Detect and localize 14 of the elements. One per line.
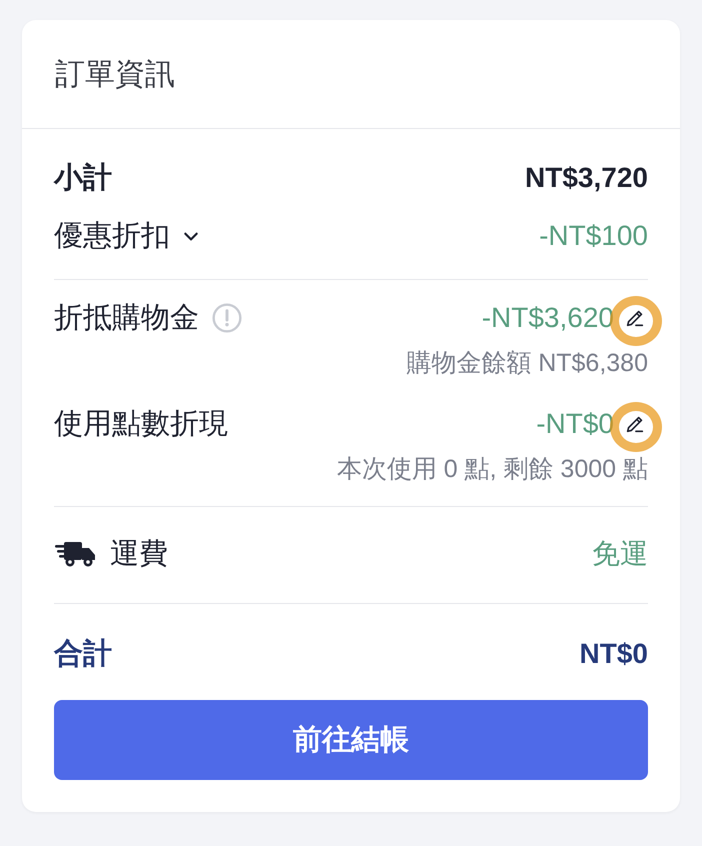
subtotal-label: 小計	[54, 161, 112, 196]
adjustment-note: 本次使用 0 點, 剩餘 3000 點	[336, 454, 648, 484]
checkout-button[interactable]: 前往結帳	[54, 700, 648, 780]
discount-amount: -NT$100	[539, 220, 648, 252]
adjustment-label: 折抵購物金	[54, 301, 199, 336]
total-amount: NT$0	[580, 638, 648, 670]
card-title: 訂單資訊	[55, 56, 175, 92]
subtotal-amount: NT$3,720	[525, 162, 648, 194]
adjustment-label: 使用點數折現	[54, 407, 228, 442]
shipping-amount: 免運	[592, 537, 648, 571]
shipping-label: 運費	[110, 537, 168, 572]
adjustment-note: 購物金餘額 NT$6,380	[406, 348, 648, 378]
discount-toggle[interactable]: 優惠折扣	[54, 216, 200, 256]
total-label: 合計	[54, 637, 112, 672]
